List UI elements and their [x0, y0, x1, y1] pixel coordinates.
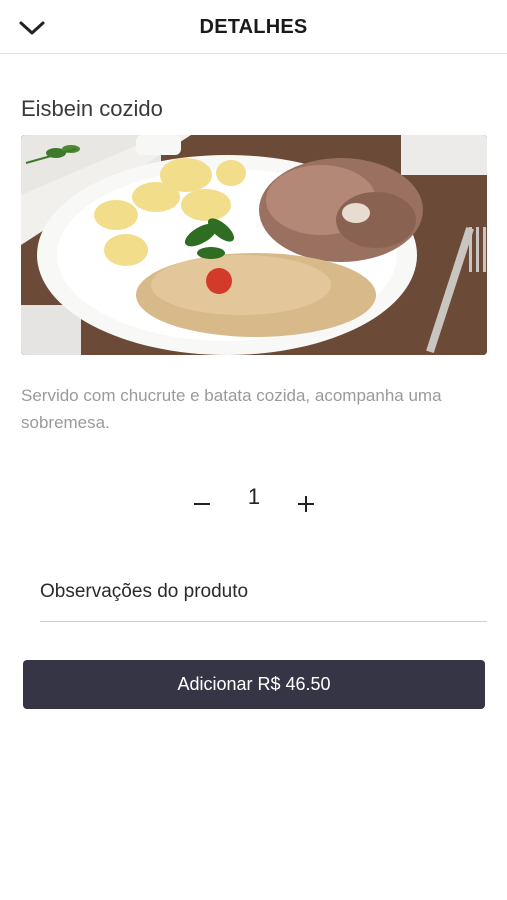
- quantity-stepper: 1: [180, 478, 328, 528]
- observations-field: [40, 570, 487, 622]
- add-to-cart-button[interactable]: Adicionar R$ 46.50: [23, 660, 485, 709]
- observations-input[interactable]: [40, 576, 480, 608]
- header-bar: DETALHES: [0, 0, 507, 54]
- add-to-cart-label: Adicionar R$ 46.50: [177, 674, 331, 694]
- page-title: DETALHES: [199, 16, 308, 38]
- decrease-quantity-button[interactable]: [182, 482, 222, 522]
- product-description: Servido com chucrute e batata cozida, ac…: [21, 386, 442, 432]
- minus-icon: [194, 503, 210, 505]
- quantity-value: 1: [247, 484, 261, 509]
- increase-quantity-button[interactable]: [286, 482, 326, 522]
- product-name: Eisbein cozido: [21, 96, 163, 121]
- product-image: [21, 135, 487, 355]
- plus-icon: [298, 496, 314, 512]
